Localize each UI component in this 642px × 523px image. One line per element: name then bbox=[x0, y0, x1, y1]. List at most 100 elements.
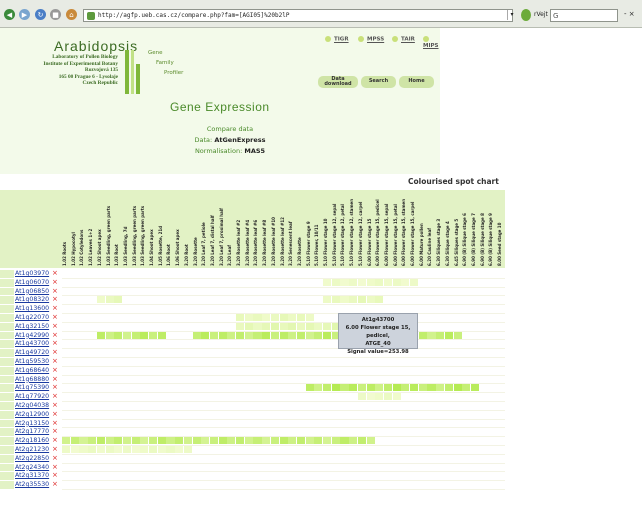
heatmap-cell[interactable] bbox=[305, 384, 314, 392]
search-button[interactable]: Search bbox=[361, 76, 396, 88]
heatmap-cell[interactable] bbox=[236, 314, 245, 321]
heatmap-cell[interactable] bbox=[279, 331, 288, 339]
heatmap-cell[interactable] bbox=[444, 384, 453, 392]
heatmap-cell[interactable] bbox=[201, 437, 210, 445]
heatmap-cell[interactable] bbox=[122, 446, 132, 453]
heatmap-cell[interactable] bbox=[375, 278, 384, 286]
remove-gene-icon[interactable]: × bbox=[52, 392, 58, 400]
gene-link[interactable]: At1g13600 bbox=[15, 305, 49, 312]
heatmap-cell[interactable] bbox=[192, 437, 201, 445]
heatmap-cell[interactable] bbox=[270, 437, 279, 445]
reload-icon[interactable]: ↻ bbox=[35, 9, 46, 20]
heatmap-cell[interactable] bbox=[140, 446, 149, 453]
address-bar[interactable]: http://agfp.ueb.cas.cz/compare.php?fam=[… bbox=[83, 9, 513, 22]
home-button[interactable]: Home bbox=[399, 76, 434, 88]
heatmap-cell[interactable] bbox=[340, 437, 349, 445]
heatmap-cell[interactable] bbox=[149, 331, 158, 339]
heatmap-cell[interactable] bbox=[149, 437, 158, 445]
remove-gene-icon[interactable]: × bbox=[52, 278, 58, 286]
heatmap-cell[interactable] bbox=[105, 437, 114, 445]
remove-gene-icon[interactable]: × bbox=[52, 401, 58, 409]
link-mpss[interactable]: MPSS bbox=[358, 36, 384, 43]
heatmap-cell[interactable] bbox=[253, 322, 262, 330]
gene-link[interactable]: At1g03970 bbox=[15, 270, 49, 277]
heatmap-cell[interactable] bbox=[331, 437, 340, 445]
heatmap-cell[interactable] bbox=[331, 296, 340, 304]
heatmap-cell[interactable] bbox=[401, 384, 410, 392]
heatmap-cell[interactable] bbox=[131, 437, 140, 445]
heatmap-cell[interactable] bbox=[270, 314, 279, 321]
home-icon[interactable]: ⌂ bbox=[66, 9, 77, 20]
heatmap-cell[interactable] bbox=[157, 331, 166, 339]
data-download-button[interactable]: Data download bbox=[318, 76, 358, 88]
heatmap-cell[interactable] bbox=[166, 437, 175, 445]
gene-link[interactable]: At2g35530 bbox=[15, 481, 49, 488]
heatmap-cell[interactable] bbox=[62, 437, 71, 445]
heatmap-cell[interactable] bbox=[96, 437, 105, 445]
heatmap-cell[interactable] bbox=[114, 296, 123, 304]
stop-icon[interactable]: ■ bbox=[50, 9, 61, 20]
gene-link[interactable]: At2g18160 bbox=[15, 437, 49, 444]
heatmap-cell[interactable] bbox=[279, 437, 288, 445]
heatmap-cell[interactable] bbox=[253, 437, 262, 445]
heatmap-cell[interactable] bbox=[349, 278, 358, 286]
link-tair[interactable]: TAIR bbox=[392, 36, 415, 43]
gene-link[interactable]: At1g22070 bbox=[15, 314, 49, 321]
heatmap-cell[interactable] bbox=[270, 331, 279, 339]
remove-gene-icon[interactable]: × bbox=[52, 269, 58, 277]
gene-link[interactable]: At2g22850 bbox=[15, 455, 49, 462]
forward-icon[interactable]: ▶ bbox=[19, 9, 30, 20]
heatmap-cell[interactable] bbox=[366, 384, 375, 392]
heatmap-cell[interactable] bbox=[331, 278, 340, 286]
heatmap-cell[interactable] bbox=[427, 384, 436, 392]
heatmap-cell[interactable] bbox=[70, 437, 79, 445]
heatmap-cell[interactable] bbox=[357, 437, 366, 445]
remove-gene-icon[interactable]: × bbox=[52, 463, 58, 471]
gene-link[interactable]: At1g42990 bbox=[15, 332, 49, 339]
remove-gene-icon[interactable]: × bbox=[52, 357, 58, 365]
heatmap-cell[interactable] bbox=[218, 331, 227, 339]
heatmap-cell[interactable] bbox=[183, 437, 192, 445]
gene-link[interactable]: At2g17770 bbox=[15, 428, 49, 435]
gene-link[interactable]: At2g04038 bbox=[15, 402, 49, 409]
heatmap-cell[interactable] bbox=[392, 384, 401, 392]
remove-gene-icon[interactable]: × bbox=[52, 313, 58, 321]
heatmap-cell[interactable] bbox=[114, 331, 123, 339]
heatmap-cell[interactable] bbox=[262, 322, 271, 330]
heatmap-cell[interactable] bbox=[140, 331, 149, 339]
search-input[interactable]: G bbox=[550, 9, 618, 22]
heatmap-cell[interactable] bbox=[70, 446, 79, 453]
heatmap-cell[interactable] bbox=[340, 296, 349, 304]
heatmap-cell[interactable] bbox=[296, 322, 306, 330]
heatmap-cell[interactable] bbox=[131, 331, 140, 339]
heatmap-cell[interactable] bbox=[392, 393, 401, 401]
gene-link[interactable]: At1g43700 bbox=[15, 340, 49, 347]
heatmap-cell[interactable] bbox=[262, 314, 271, 321]
heatmap-cell[interactable] bbox=[288, 322, 297, 330]
heatmap-cell[interactable] bbox=[314, 331, 323, 339]
heatmap-cell[interactable] bbox=[244, 322, 253, 330]
heatmap-cell[interactable] bbox=[314, 437, 323, 445]
heatmap-cell[interactable] bbox=[410, 384, 419, 392]
heatmap-cell[interactable] bbox=[418, 331, 427, 339]
gene-link[interactable]: At1g77920 bbox=[15, 393, 49, 400]
heatmap-cell[interactable] bbox=[296, 314, 306, 321]
gene-link[interactable]: At1g68880 bbox=[15, 376, 49, 383]
gene-link[interactable]: At1g68640 bbox=[15, 367, 49, 374]
remove-gene-icon[interactable]: × bbox=[52, 410, 58, 418]
heatmap-cell[interactable] bbox=[79, 437, 88, 445]
heatmap-cell[interactable] bbox=[105, 331, 114, 339]
heatmap-cell[interactable] bbox=[244, 437, 253, 445]
heatmap-cell[interactable] bbox=[192, 331, 201, 339]
heatmap-cell[interactable] bbox=[323, 437, 332, 445]
heatmap-cell[interactable] bbox=[323, 296, 332, 304]
remove-gene-icon[interactable]: × bbox=[52, 295, 58, 303]
heatmap-cell[interactable] bbox=[236, 331, 245, 339]
heatmap-cell[interactable] bbox=[131, 446, 140, 453]
heatmap-cell[interactable] bbox=[288, 331, 297, 339]
heatmap-cell[interactable] bbox=[175, 446, 184, 453]
heatmap-cell[interactable] bbox=[349, 384, 358, 392]
heatmap-cell[interactable] bbox=[305, 331, 314, 339]
heatmap-cell[interactable] bbox=[357, 384, 366, 392]
heatmap-cell[interactable] bbox=[209, 331, 219, 339]
